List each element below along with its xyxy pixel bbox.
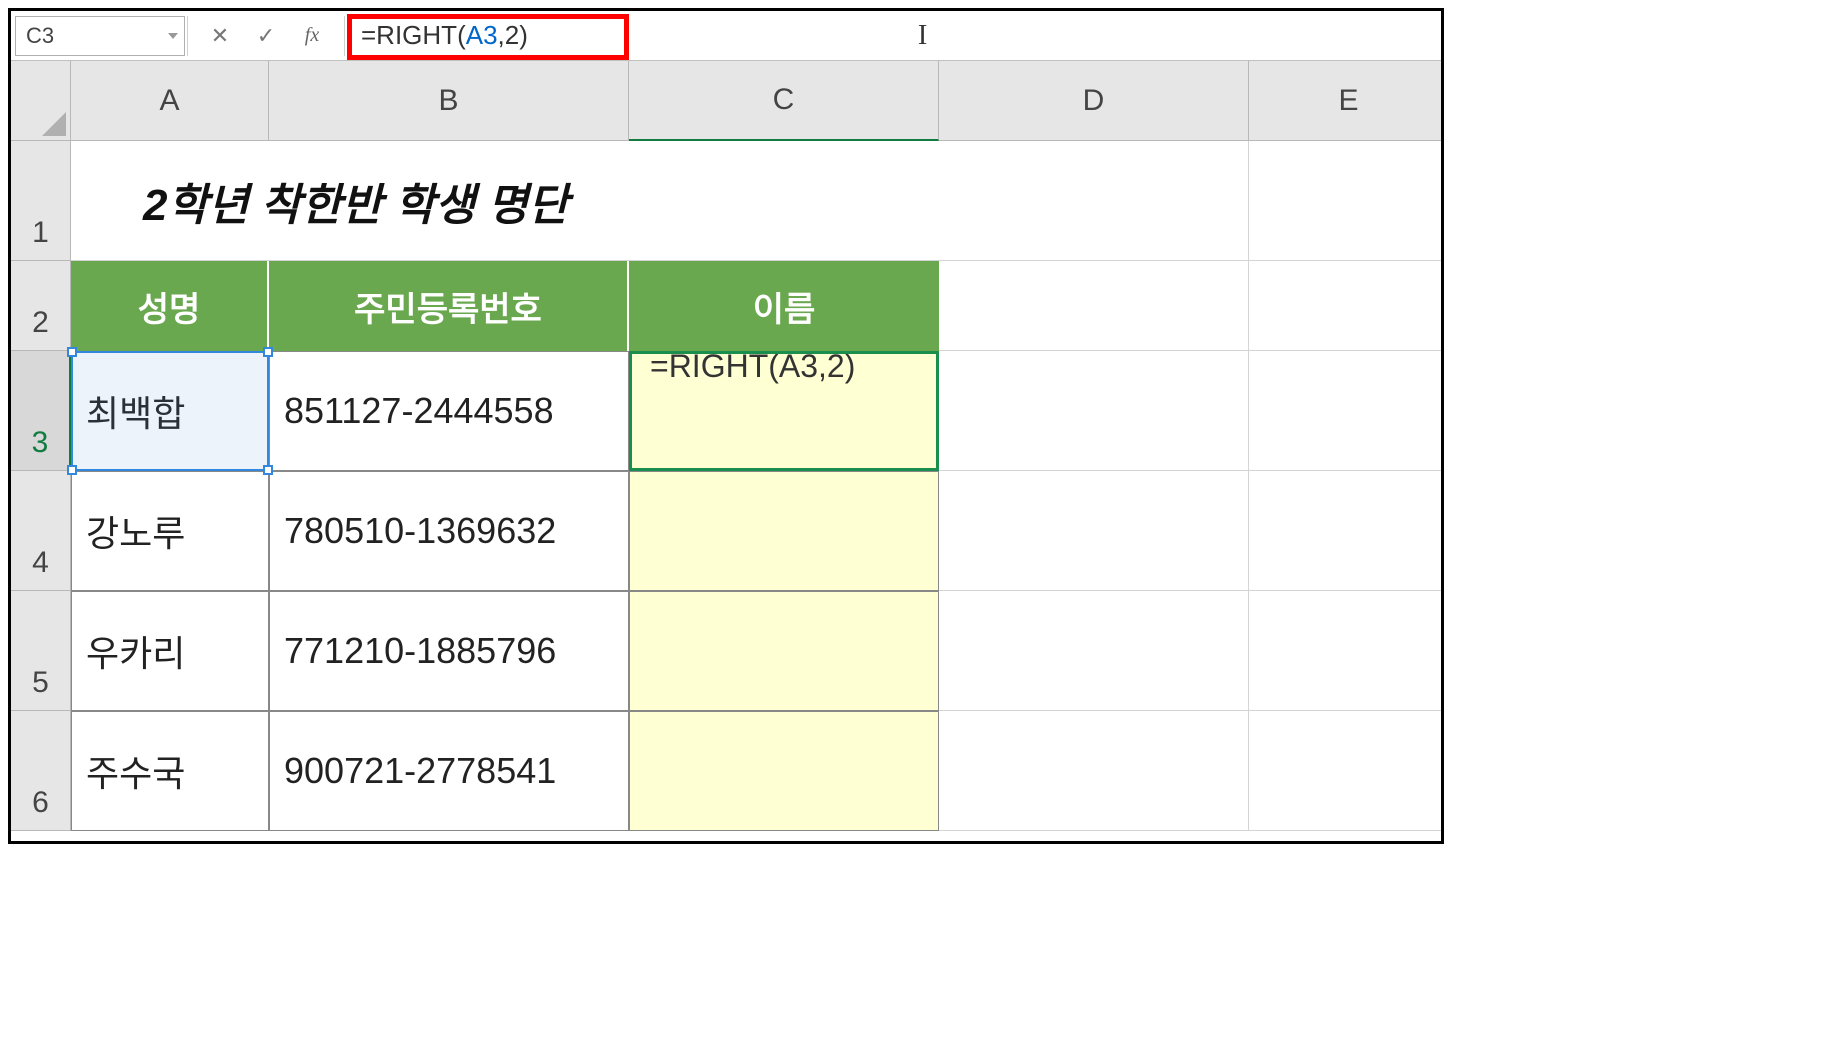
title-text: 2학년 착한반 학생 명단 (143, 169, 568, 233)
cell-a6[interactable]: 주수국 (71, 711, 269, 831)
cancel-icon: ✕ (211, 23, 229, 49)
col-header-b[interactable]: B (269, 61, 629, 141)
cell-e2[interactable] (1249, 261, 1444, 351)
cell-value: 900721-2778541 (284, 750, 556, 792)
excel-window: C3 ✕ ✓ fx =RIGHT(A3,2) I (8, 8, 1444, 844)
cell-value: 강노루 (86, 505, 185, 557)
cell-d4[interactable] (939, 471, 1249, 591)
cell-b2-header[interactable]: 주민등록번호 (269, 261, 629, 351)
separator (344, 16, 345, 56)
row-header-6[interactable]: 6 (11, 711, 71, 831)
formula-bar-buttons: ✕ ✓ fx (190, 16, 342, 56)
cell-d1[interactable] (939, 141, 1249, 261)
cell-e3[interactable] (1249, 351, 1444, 471)
cells-area: A B C D E 2학년 착한반 학생 명단 성명 주민등록번호 이름 (71, 61, 1444, 841)
cell-value: 우카리 (86, 625, 185, 677)
row-header-4[interactable]: 4 (11, 471, 71, 591)
cell-a3[interactable]: 최백합 (71, 351, 269, 471)
name-box[interactable]: C3 (15, 16, 185, 56)
cell-value: 주수국 (86, 745, 185, 797)
fx-icon: fx (305, 24, 319, 47)
check-icon: ✓ (257, 23, 275, 49)
left-header-column: 1 2 3 4 5 6 (11, 61, 71, 841)
formula-bar: C3 ✕ ✓ fx =RIGHT(A3,2) I (11, 11, 1441, 61)
cell-e6[interactable] (1249, 711, 1444, 831)
cell-d6[interactable] (939, 711, 1249, 831)
spreadsheet-grid: 1 2 3 4 5 6 A B C D E 2학년 착한반 학생 명단 (11, 61, 1441, 841)
formula-input[interactable]: =RIGHT(A3,2) I (347, 16, 1441, 56)
cell-b4[interactable]: 780510-1369632 (269, 471, 629, 591)
cell-value: 최백합 (86, 385, 185, 437)
cell-e5[interactable] (1249, 591, 1444, 711)
formula-suffix: ,2) (498, 20, 528, 51)
cell-value: 780510-1369632 (284, 510, 556, 552)
name-box-dropdown-icon[interactable] (168, 33, 178, 39)
header-ssn-label: 주민등록번호 (354, 282, 542, 331)
enter-button[interactable]: ✓ (244, 16, 288, 56)
cell-a2-header[interactable]: 성명 (71, 261, 269, 351)
formula-ref: A3 (466, 20, 498, 51)
select-all-corner[interactable] (11, 61, 71, 141)
cell-d5[interactable] (939, 591, 1249, 711)
cell-d3[interactable] (939, 351, 1249, 471)
cell-c2-header[interactable]: 이름 (629, 261, 939, 351)
insert-function-button[interactable]: fx (290, 16, 334, 56)
cell-title[interactable]: 2학년 착한반 학생 명단 (71, 141, 939, 261)
corner-triangle-icon (42, 112, 66, 136)
cell-editing-formula: =RIGHT(A3,2) (644, 351, 861, 392)
text-cursor-icon: I (918, 20, 927, 52)
cell-e1[interactable] (1249, 141, 1444, 261)
row-header-1[interactable]: 1 (11, 141, 71, 261)
cell-c6[interactable] (629, 711, 939, 831)
row-header-2[interactable]: 2 (11, 261, 71, 351)
cancel-button[interactable]: ✕ (198, 16, 242, 56)
cell-a5[interactable]: 우카리 (71, 591, 269, 711)
cell-c5[interactable] (629, 591, 939, 711)
cell-a4[interactable]: 강노루 (71, 471, 269, 591)
name-box-value: C3 (26, 23, 54, 49)
col-header-c[interactable]: C (629, 61, 939, 141)
cell-e4[interactable] (1249, 471, 1444, 591)
col-header-d[interactable]: D (939, 61, 1249, 141)
formula-text: =RIGHT(A3,2) (353, 20, 528, 51)
row-header-5[interactable]: 5 (11, 591, 71, 711)
header-firstname-label: 이름 (753, 282, 816, 331)
col-header-a[interactable]: A (71, 61, 269, 141)
cell-value: 771210-1885796 (284, 630, 556, 672)
formula-prefix: =RIGHT( (361, 20, 466, 51)
cell-b6[interactable]: 900721-2778541 (269, 711, 629, 831)
cell-d2[interactable] (939, 261, 1249, 351)
separator (187, 16, 188, 56)
header-name-label: 성명 (138, 282, 201, 331)
column-headers: A B C D E (71, 61, 1444, 141)
cell-b3[interactable]: 851127-2444558 (269, 351, 629, 471)
cell-value: 851127-2444558 (284, 390, 554, 432)
col-header-e[interactable]: E (1249, 61, 1444, 141)
cell-c4[interactable] (629, 471, 939, 591)
cell-b5[interactable]: 771210-1885796 (269, 591, 629, 711)
cell-c3[interactable]: =RIGHT(A3,2) (629, 351, 939, 471)
row-header-3[interactable]: 3 (11, 351, 71, 471)
